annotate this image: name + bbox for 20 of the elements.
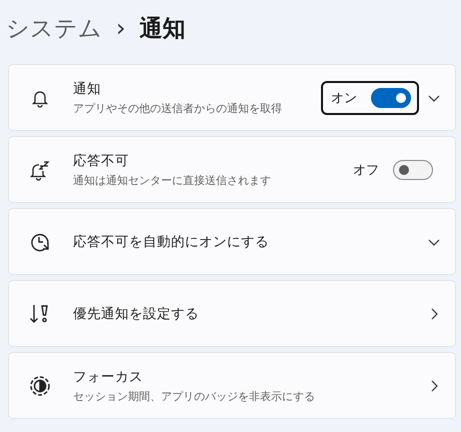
focus-icon: [29, 374, 51, 396]
settings-card[interactable]: 通知 アプリやその他の送信者からの通知を取得 オン: [8, 64, 456, 131]
breadcrumb-parent[interactable]: システム: [6, 12, 102, 44]
toggle-switch[interactable]: オフ: [343, 152, 441, 186]
setting-title: フォーカス: [73, 368, 144, 386]
bell-sleep-icon: [29, 158, 51, 180]
settings-card[interactable]: フォーカス セッション期間、アプリのバッジを非表示にする: [8, 352, 456, 419]
settings-card[interactable]: 優先通知を設定する: [8, 280, 456, 347]
setting-description: セッション期間、アプリのバッジを非表示にする: [73, 388, 316, 404]
toggle-switch[interactable]: オン: [321, 80, 419, 114]
page-title: 通知: [140, 14, 186, 44]
setting-title: 優先通知を設定する: [73, 304, 200, 322]
settings-card[interactable]: 応答不可を自動的にオンにする: [8, 208, 456, 275]
breadcrumb-separator: ›: [116, 14, 126, 42]
setting-description: 通知は通知センターに直接送信されます: [73, 172, 272, 188]
setting-description: アプリやその他の送信者からの通知を取得: [73, 100, 283, 116]
setting-title: 応答不可: [73, 152, 130, 170]
setting-title: 応答不可を自動的にオンにする: [73, 232, 270, 250]
settings-card[interactable]: 応答不可 通知は通知センターに直接送信されます オフ: [8, 136, 456, 203]
setting-title: 通知: [73, 80, 102, 98]
